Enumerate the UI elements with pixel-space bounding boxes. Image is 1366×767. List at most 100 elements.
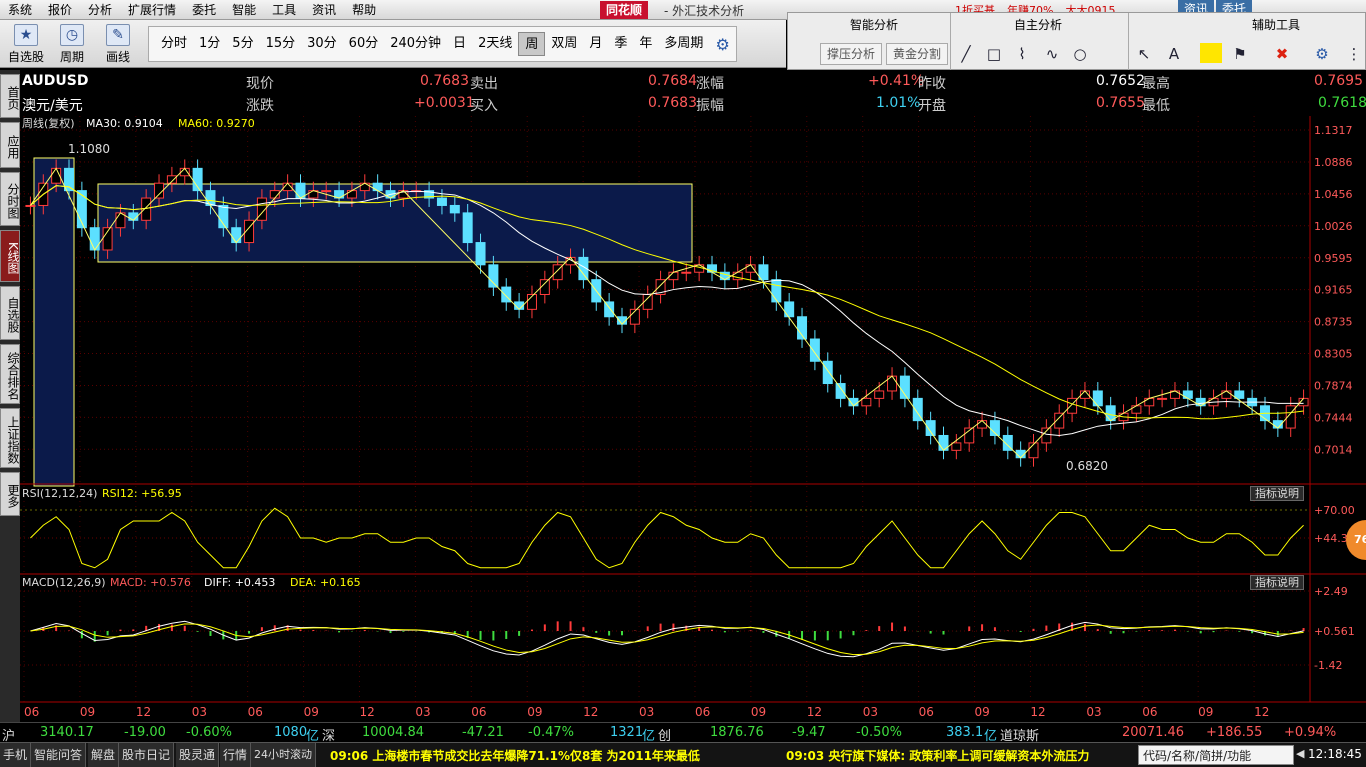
search-box[interactable]: 代码/名称/简拼/功能 (1138, 745, 1294, 765)
bid-label: 买入 (470, 98, 498, 114)
period-month[interactable]: 月 (583, 32, 608, 56)
prev-close-label: 昨收 (918, 76, 946, 92)
sh-value: 3140.17 (40, 725, 94, 740)
period-5min[interactable]: 5分 (226, 32, 259, 56)
circle-tool-icon[interactable]: ○ (1070, 45, 1090, 63)
candle-body (1157, 397, 1168, 400)
support-resistance-button[interactable]: 撑压分析 (820, 43, 883, 65)
menu-system[interactable]: 系统 (0, 0, 40, 20)
time-tick-label: 03 (192, 705, 207, 719)
period-1min[interactable]: 1分 (193, 32, 226, 56)
menu-tools[interactable]: 工具 (264, 0, 304, 20)
clock-time: 12:18:45 (1308, 747, 1362, 761)
settings-icon[interactable]: ⚙ (1312, 45, 1332, 63)
menu-icon[interactable]: ⋮ (1344, 45, 1364, 63)
menu-help[interactable]: 帮助 (344, 0, 384, 20)
period-60min[interactable]: 60分 (343, 32, 385, 56)
time-tick-label: 06 (1142, 705, 1157, 719)
line-tool-icon[interactable]: ╱ (956, 45, 976, 63)
ma60-legend: MA60: 0.9270 (178, 117, 255, 130)
sz-change: -47.21 (462, 725, 504, 740)
period-240min[interactable]: 240分钟 (384, 32, 447, 56)
change-pct-value: +0.41% (868, 73, 925, 89)
menu-analysis[interactable]: 分析 (80, 0, 120, 20)
cy-pct: -0.50% (856, 725, 902, 740)
menu-news[interactable]: 资讯 (304, 0, 344, 20)
cursor-icon[interactable]: ↖ (1134, 45, 1154, 63)
news-item-2[interactable]: 09:03 央行旗下媒体: 政策利率上调可缓解资本外流压力 (786, 747, 1089, 764)
polyline-tool-icon[interactable]: ⌇ (1012, 45, 1032, 63)
tab-timeshare[interactable]: 分时图 (0, 172, 20, 226)
macd-info-button[interactable]: 指标说明 (1250, 575, 1304, 590)
period-30min[interactable]: 30分 (301, 32, 343, 56)
period-quarter[interactable]: 季 (608, 32, 633, 56)
macd-axis: +2.49 +0.561 -1.42 (20, 585, 1355, 672)
menu-trade[interactable]: 委托 (184, 0, 224, 20)
gear-icon[interactable]: ⚙ (715, 35, 729, 54)
diary-button[interactable]: 股市日记 (119, 743, 175, 767)
chart-area[interactable]: 1.1317 1.0886 1.0456 1.0026 0.9595 0.9165 0.87… (20, 116, 1366, 742)
panel-divider-2 (1128, 13, 1129, 71)
smart-analysis-title[interactable]: 智能分析 (850, 16, 898, 33)
period-year[interactable]: 年 (633, 32, 658, 56)
market-button[interactable]: 行情 (220, 743, 252, 767)
quote-bar: AUDUSD 澳元/美元 现价 0.7683 卖出 0.7684 涨幅 +0.4… (20, 70, 1366, 116)
mobile-button[interactable]: 手机 (0, 743, 32, 767)
rect-tool-icon[interactable]: □ (984, 45, 1004, 63)
tab-apps[interactable]: 应用 (0, 122, 20, 168)
delete-icon[interactable]: ✖ (1272, 45, 1292, 63)
sz-amount: 1321 (610, 725, 644, 740)
rsi-info-button[interactable]: 指标说明 (1250, 486, 1304, 501)
toolbar: ★ 自选股 ◷ 周期 ✎ 画线 分时 1分 5分 15分 30分 60分 240分钟 … (0, 20, 786, 68)
period-day[interactable]: 日 (447, 32, 472, 56)
drawline-button[interactable]: ✎ 画线 (100, 22, 136, 66)
menu-extended-market[interactable]: 扩展行情 (120, 0, 184, 20)
aux-tools-title[interactable]: 辅助工具 (1252, 16, 1300, 33)
window-title: - 外汇技术分析 (664, 4, 745, 18)
self-analysis-title[interactable]: 自主分析 (1014, 16, 1062, 33)
jiepan-button[interactable]: 解盘 (88, 743, 120, 767)
period-2day[interactable]: 2天线 (472, 32, 518, 56)
rolling-news-button[interactable]: 24小时滚动 (251, 743, 316, 767)
period-15min[interactable]: 15分 (260, 32, 302, 56)
low-value: 0.7618 (1318, 95, 1366, 111)
menu-smart[interactable]: 智能 (224, 0, 264, 20)
candle-body (874, 390, 885, 399)
news-item-1[interactable]: 09:06 上海楼市春节成交比去年爆降71.1%仅8套 为2011年来最低 (330, 747, 700, 764)
open-value: 0.7655 (1096, 95, 1145, 111)
kline-chart[interactable]: 1.1317 1.0886 1.0456 1.0026 0.9595 0.9165 0.87… (20, 116, 1366, 722)
rsi-tick-label: +70.00 (1314, 504, 1355, 517)
candle-body (321, 190, 332, 193)
tab-watchlist[interactable]: 自选股 (0, 286, 20, 340)
tab-home[interactable]: 首页 (0, 74, 20, 118)
macd-tick-label: +2.49 (1314, 585, 1348, 598)
symbol-code: AUDUSD (22, 73, 89, 89)
candle-body (1028, 442, 1039, 459)
price-tick-label: 1.1317 (1314, 124, 1353, 137)
period-button[interactable]: ◷ 周期 (54, 22, 90, 66)
candle-body (681, 271, 692, 274)
menu-quote[interactable]: 报价 (40, 0, 80, 20)
text-tool-icon[interactable]: A (1164, 45, 1184, 63)
price-axis: 1.1317 1.0886 1.0456 1.0026 0.9595 0.9165 0.87… (1314, 124, 1353, 456)
period-week[interactable]: 周 (518, 32, 546, 56)
change-label: 涨跌 (246, 98, 274, 114)
period-multi[interactable]: 多周期 (658, 32, 709, 56)
tab-kline[interactable]: K线图 (0, 230, 20, 282)
period-fenshi[interactable]: 分时 (155, 32, 193, 56)
gulingtong-button[interactable]: 股灵通 (176, 743, 220, 767)
smart-qa-button[interactable]: 智能问答 (31, 743, 87, 767)
dropdown-icon[interactable]: ◀ (1296, 747, 1304, 760)
candle-body (359, 182, 370, 192)
wave-tool-icon[interactable]: ∿ (1042, 45, 1062, 63)
time-axis: 06 09 12 03 06 09 12 03 06 09 12 03 06 09 12 03 06 09 12 03… (24, 705, 1269, 719)
color-swatch[interactable] (1200, 43, 1222, 63)
bookmark-icon[interactable]: ⚑ (1230, 45, 1250, 63)
tab-more[interactable]: 更多 (0, 472, 20, 516)
tab-sh-index[interactable]: 上证指数 (0, 408, 20, 468)
period-2week[interactable]: 双周 (545, 32, 583, 56)
watchlist-button[interactable]: ★ 自选股 (8, 22, 44, 66)
tab-ranking[interactable]: 综合排名 (0, 344, 20, 404)
golden-section-button[interactable]: 黄金分割 (886, 43, 949, 65)
price-tick-label: 0.9165 (1314, 284, 1353, 297)
